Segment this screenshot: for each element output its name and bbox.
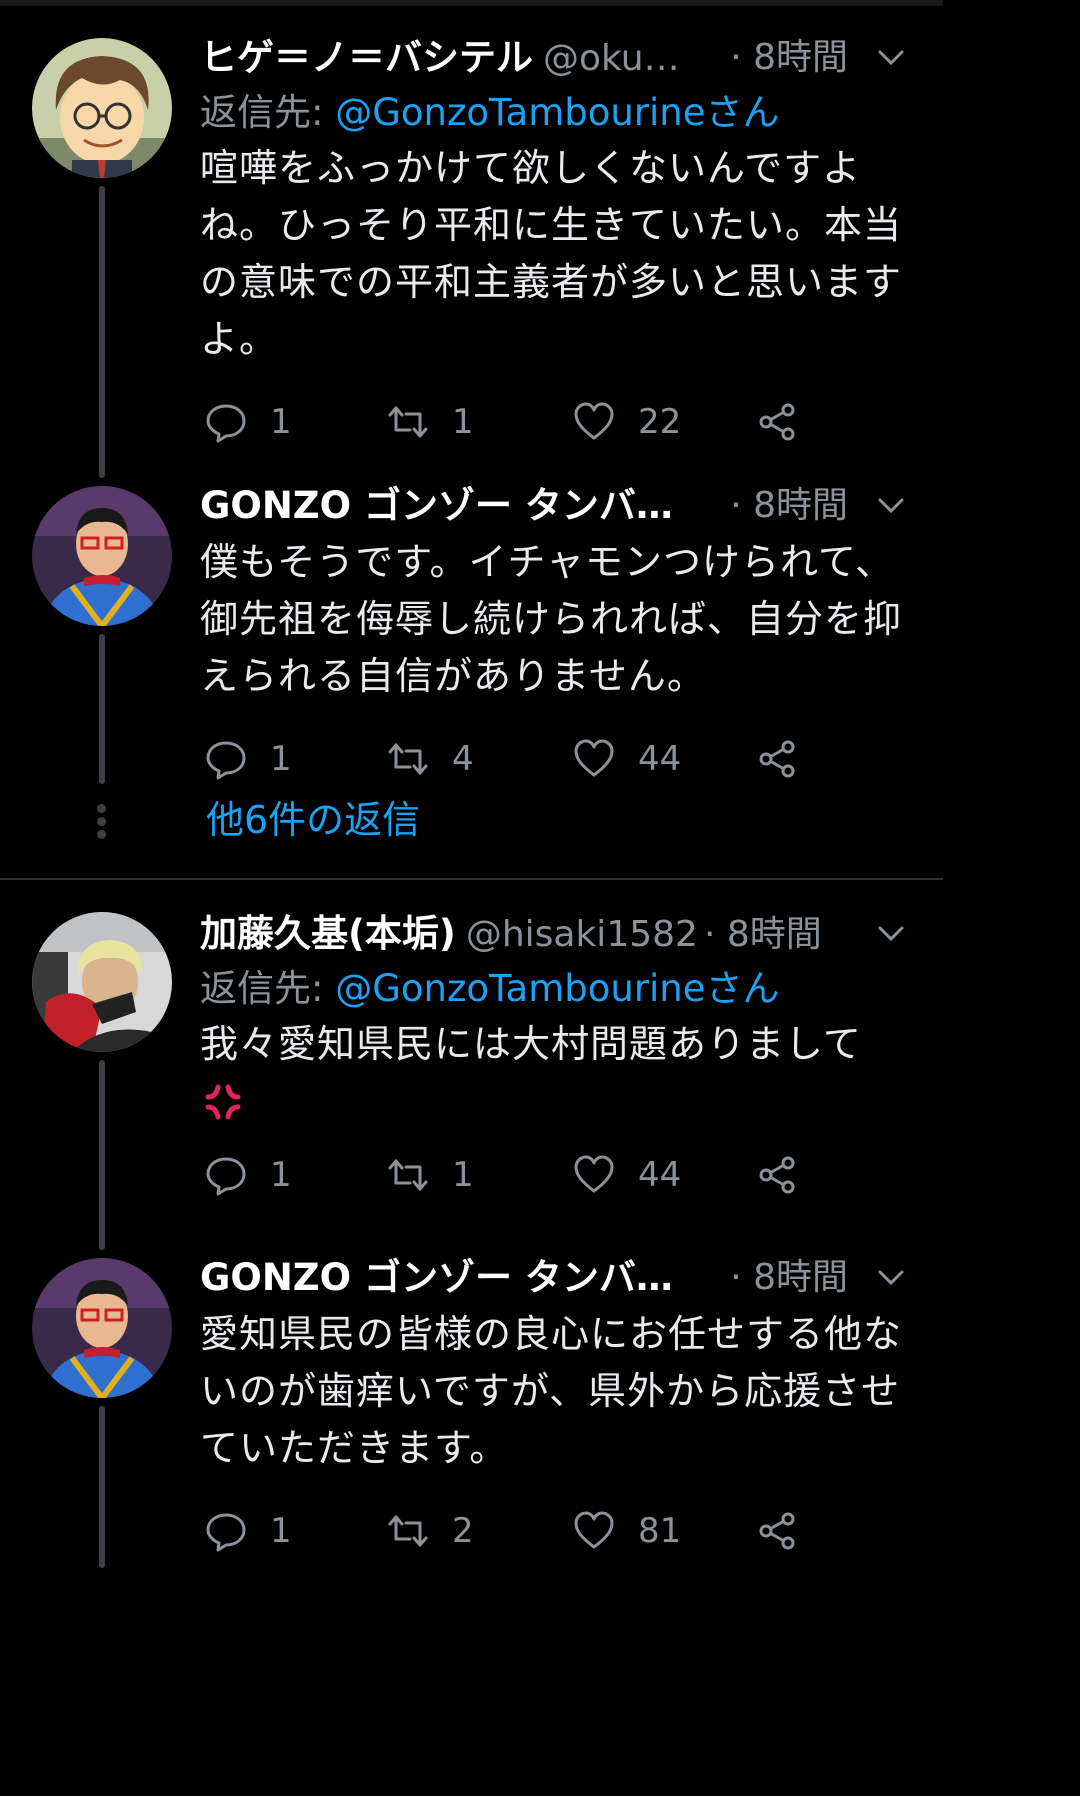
heart-icon	[574, 1155, 614, 1193]
tweet-text: 愛知県民の皆様の良心にお任せする他ないのが歯痒いですが、県外から応援させていただ…	[200, 1312, 903, 1470]
tweet-actions: 1 1 22	[200, 392, 910, 452]
reply-count: 1	[270, 739, 292, 779]
thread-divider	[0, 878, 943, 880]
reply-to-prefix: 返信先:	[200, 91, 336, 134]
display-name[interactable]: GONZO ゴンゾー タンバ…	[200, 1256, 673, 1299]
reply-to-line: 返信先: @GonzoTambourineさん	[200, 86, 910, 140]
reply-icon	[206, 1157, 246, 1196]
retweet-count: 2	[452, 1511, 474, 1551]
tweet[interactable]: 加藤久基(本垢) @hisaki1582 · 8時間 返信先: @GonzoTamb…	[200, 906, 910, 1205]
chevron-down-icon[interactable]	[876, 1262, 906, 1292]
tweet-actions: 1 1 44	[200, 1145, 910, 1205]
thread-connector-line	[99, 1060, 105, 1250]
thread-connector-line	[99, 634, 105, 784]
top-divider	[0, 0, 943, 6]
timestamp[interactable]: · 8時間	[730, 1250, 848, 1306]
reply-icon	[206, 741, 246, 780]
reply-to-link[interactable]: @GonzoTambourineさん	[335, 91, 779, 134]
chevron-down-icon[interactable]	[876, 918, 906, 948]
like-button[interactable]: 22	[572, 392, 681, 452]
avatar-hisaki[interactable]	[32, 912, 172, 1052]
tweet-actions: 1 4 44	[200, 729, 910, 789]
retweet-button[interactable]: 4	[386, 729, 474, 789]
retweet-icon	[388, 1159, 428, 1191]
heart-icon	[574, 1511, 614, 1549]
retweet-button[interactable]: 1	[386, 392, 474, 452]
retweet-icon	[388, 743, 428, 775]
retweet-count: 1	[452, 1155, 474, 1195]
anger-symbol-icon	[205, 1084, 241, 1120]
tweet-actions: 1 2 81	[200, 1501, 910, 1561]
display-name[interactable]: ヒゲ＝ノ＝バシテル	[200, 36, 533, 79]
like-count: 81	[638, 1511, 682, 1551]
reply-to-line: 返信先: @GonzoTambourineさん	[200, 962, 910, 1016]
display-name[interactable]: 加藤久基(本垢)	[200, 912, 456, 955]
like-count: 44	[638, 739, 682, 779]
retweet-count: 4	[452, 739, 474, 779]
like-count: 44	[638, 1155, 682, 1195]
share-icon	[759, 1512, 795, 1550]
share-button[interactable]	[756, 729, 822, 789]
reply-icon	[206, 1513, 246, 1552]
user-handle[interactable]: @oku…	[543, 38, 680, 79]
like-button[interactable]: 81	[572, 1501, 681, 1561]
tweet-text: 僕もそうです。イチャモンつけられて、御先祖を侮辱し続けられれば、自分を抑えられる…	[200, 540, 903, 698]
heart-icon	[574, 402, 614, 440]
retweet-icon	[388, 1515, 428, 1547]
retweet-button[interactable]: 1	[386, 1145, 474, 1205]
reply-count: 1	[270, 402, 292, 442]
show-more-replies-link[interactable]: 他6件の返信	[206, 792, 420, 848]
avatar-cartoon-man[interactable]	[32, 38, 172, 178]
tweet[interactable]: ヒゲ＝ノ＝バシテル @oku… · 8時間 返信先: @GonzoTambouri…	[200, 30, 910, 452]
retweet-icon	[388, 406, 428, 438]
avatar-gonzo[interactable]	[32, 1258, 172, 1398]
tweet-text: 喧嘩をふっかけて欲しくないんですよね。ひっそり平和に生きていたい。本当の意味での…	[200, 146, 903, 361]
share-icon	[759, 740, 795, 778]
reply-button[interactable]: 1	[204, 1145, 292, 1205]
share-icon	[759, 1156, 795, 1194]
reply-count: 1	[270, 1155, 292, 1195]
retweet-button[interactable]: 2	[386, 1501, 474, 1561]
display-name[interactable]: GONZO ゴンゾー タンバ…	[200, 484, 673, 527]
reply-to-prefix: 返信先:	[200, 967, 336, 1010]
like-button[interactable]: 44	[572, 729, 681, 789]
timestamp[interactable]: · 8時間	[704, 914, 822, 955]
heart-icon	[574, 739, 614, 777]
share-icon	[759, 403, 795, 441]
like-button[interactable]: 44	[572, 1145, 681, 1205]
share-button[interactable]	[756, 392, 822, 452]
user-handle[interactable]: @hisaki1582	[466, 914, 698, 955]
share-button[interactable]	[756, 1145, 822, 1205]
timestamp[interactable]: · 8時間	[730, 30, 848, 86]
tweet-header: GONZO ゴンゾー タンバ… · 8時間	[200, 1250, 910, 1306]
chevron-down-icon[interactable]	[876, 42, 906, 72]
tweet-header: ヒゲ＝ノ＝バシテル @oku… · 8時間	[200, 30, 910, 86]
reply-button[interactable]: 1	[204, 729, 292, 789]
tweet-header: GONZO ゴンゾー タンバ… · 8時間	[200, 478, 910, 534]
share-button[interactable]	[756, 1501, 822, 1561]
tweet[interactable]: GONZO ゴンゾー タンバ… · 8時間 愛知県民の皆様の良心にお任せする他な…	[200, 1250, 910, 1561]
reply-to-link[interactable]: @GonzoTambourineさん	[335, 967, 779, 1010]
reply-icon	[206, 404, 246, 443]
avatar-gonzo[interactable]	[32, 486, 172, 626]
reply-button[interactable]: 1	[204, 392, 292, 452]
thread-connector-line	[99, 186, 105, 478]
chevron-down-icon[interactable]	[876, 490, 906, 520]
thread-dots	[97, 804, 106, 843]
timestamp[interactable]: · 8時間	[730, 478, 848, 534]
reply-count: 1	[270, 1511, 292, 1551]
tweet-text: 我々愛知県民には大村問題ありまして	[200, 1022, 862, 1066]
reply-button[interactable]: 1	[204, 1501, 292, 1561]
thread-connector-line	[99, 1406, 105, 1568]
tweet-header: 加藤久基(本垢) @hisaki1582 · 8時間	[200, 906, 910, 962]
retweet-count: 1	[452, 402, 474, 442]
tweet[interactable]: GONZO ゴンゾー タンバ… · 8時間 僕もそうです。イチャモンつけられて、…	[200, 478, 910, 789]
like-count: 22	[638, 402, 682, 442]
